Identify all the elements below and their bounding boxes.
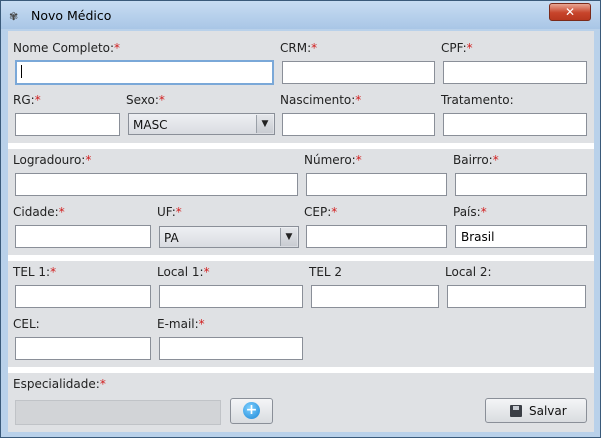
text-caret: [21, 65, 22, 78]
cidade-input[interactable]: [15, 225, 151, 248]
uf-select[interactable]: PA ▼: [159, 226, 299, 248]
section-divider: [8, 255, 594, 261]
caduceus-icon: ✾: [9, 10, 19, 23]
section-divider: [8, 143, 594, 149]
logradouro-label: Logradouro:*: [13, 153, 92, 167]
email-input[interactable]: [159, 337, 303, 360]
numero-label: Número:*: [304, 153, 362, 167]
pais-value: Brasil: [461, 230, 495, 244]
uf-label: UF:*: [157, 205, 182, 219]
local1-input[interactable]: [159, 285, 303, 308]
bairro-label: Bairro:*: [453, 153, 499, 167]
pais-input[interactable]: Brasil: [455, 225, 587, 248]
nome-input[interactable]: [15, 60, 274, 85]
cel-input[interactable]: [15, 337, 151, 360]
logradouro-input[interactable]: [15, 173, 298, 196]
numero-input[interactable]: [306, 173, 447, 196]
floppy-disk-icon: [510, 405, 522, 417]
window-title: Novo Médico: [31, 8, 112, 23]
cpf-input[interactable]: [443, 61, 587, 84]
plus-circle-icon: +: [243, 402, 260, 419]
crm-label: CRM:*: [280, 41, 318, 55]
section-divider: [8, 367, 594, 373]
tel2-label: TEL 2: [309, 265, 343, 279]
nascimento-input[interactable]: [282, 113, 435, 136]
chevron-down-icon[interactable]: ▼: [280, 228, 297, 246]
tel1-label: TEL 1:*: [13, 265, 57, 279]
nome-label: Nome Completo:*: [13, 41, 121, 55]
save-button[interactable]: Salvar: [485, 398, 587, 423]
cep-label: CEP:*: [304, 205, 338, 219]
rg-label: RG:*: [13, 93, 41, 107]
nascimento-label: Nascimento:*: [280, 93, 362, 107]
chevron-down-icon[interactable]: ▼: [256, 115, 273, 133]
form-area: Nome Completo:* CRM:* CPF:* RG:* Sexo:* …: [8, 31, 594, 432]
tel2-input[interactable]: [311, 285, 439, 308]
tratamento-label: Tratamento:: [441, 93, 514, 107]
cidade-label: Cidade:*: [13, 205, 65, 219]
sexo-label: Sexo:*: [126, 93, 165, 107]
title-bar[interactable]: ✾ Novo Médico ✕: [1, 1, 600, 29]
cel-label: CEL:: [13, 317, 40, 331]
local1-label: Local 1:*: [157, 265, 210, 279]
add-especialidade-button[interactable]: +: [230, 398, 273, 424]
close-button[interactable]: ✕: [549, 3, 591, 21]
crm-input[interactable]: [282, 61, 435, 84]
email-label: E-mail:*: [157, 317, 205, 331]
close-icon: ✕: [564, 5, 576, 19]
save-button-label: Salvar: [529, 404, 567, 418]
bairro-input[interactable]: [455, 173, 587, 196]
local2-label: Local 2:: [445, 265, 492, 279]
tel1-input[interactable]: [15, 285, 151, 308]
uf-selected-value: PA: [164, 231, 179, 245]
pais-label: País:*: [453, 205, 487, 219]
cpf-label: CPF:*: [441, 41, 473, 55]
especialidade-label: Especialidade:*: [13, 377, 106, 391]
local2-input[interactable]: [447, 285, 586, 308]
sexo-select[interactable]: MASC ▼: [128, 113, 275, 135]
especialidade-field: [15, 400, 221, 425]
rg-input[interactable]: [15, 113, 120, 136]
sexo-selected-value: MASC: [133, 118, 168, 132]
cep-input[interactable]: [306, 225, 447, 248]
tratamento-input[interactable]: [443, 113, 587, 136]
window: ✾ Novo Médico ✕ Nome Completo:* CRM:* CP…: [0, 0, 601, 438]
